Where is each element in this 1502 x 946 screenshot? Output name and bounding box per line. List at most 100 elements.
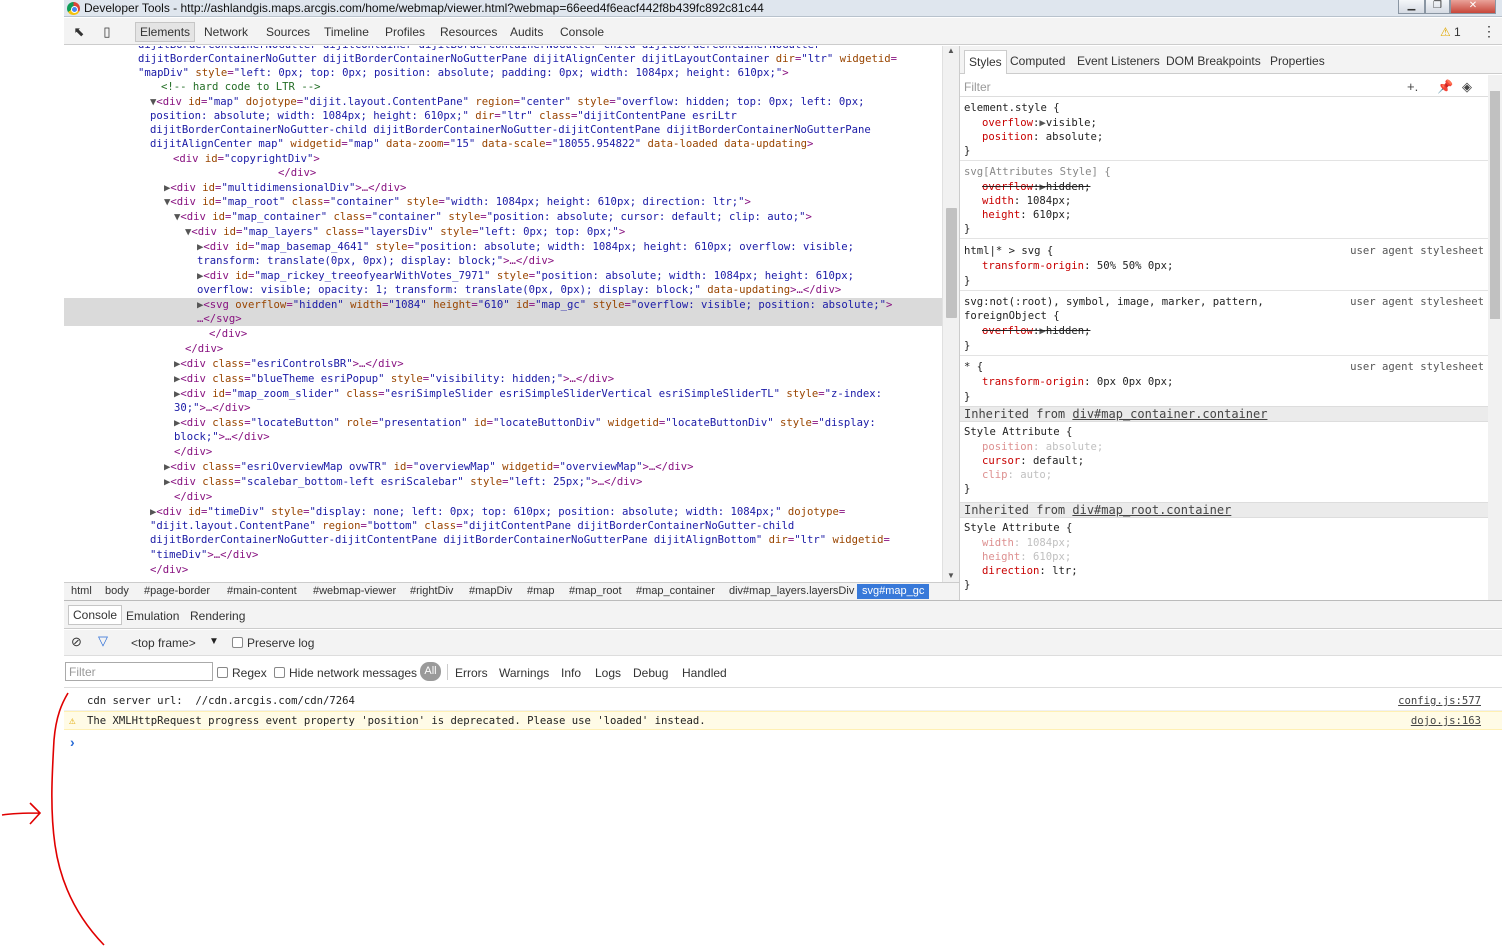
tab-styles[interactable]: Styles bbox=[964, 50, 1007, 74]
device-mode-icon[interactable]: ▯ bbox=[99, 24, 115, 39]
dom-node-line[interactable]: ▶<div id="multidimensionalDiv">…</div> bbox=[164, 181, 406, 195]
dom-node-line[interactable]: </div> bbox=[185, 342, 223, 356]
preserve-log-checkbox[interactable] bbox=[232, 637, 243, 648]
style-property[interactable]: position: absolute; bbox=[982, 130, 1103, 144]
inherited-element-link[interactable]: div#map_root.container bbox=[1072, 503, 1231, 517]
dom-node-line[interactable]: ▼<div id="map_root" class="container" st… bbox=[164, 195, 751, 209]
tab-elements[interactable]: Elements bbox=[135, 22, 196, 42]
regex-checkbox[interactable] bbox=[217, 667, 228, 678]
tab-computed[interactable]: Computed bbox=[1010, 54, 1065, 68]
style-property-inherited[interactable]: position: absolute; bbox=[982, 440, 1103, 454]
tab-resources[interactable]: Resources bbox=[440, 25, 497, 39]
elements-scrollbar[interactable]: ▲ ▼ bbox=[942, 46, 959, 582]
breadcrumb-item[interactable]: #main-content bbox=[227, 585, 297, 597]
breadcrumb-item[interactable]: #webmap-viewer bbox=[313, 585, 396, 597]
tab-rendering[interactable]: Rendering bbox=[190, 609, 245, 623]
tab-profiles[interactable]: Profiles bbox=[385, 25, 425, 39]
tab-emulation[interactable]: Emulation bbox=[126, 609, 179, 623]
dom-node-line[interactable]: <!-- hard code to LTR --> bbox=[161, 80, 320, 94]
breadcrumb-item[interactable]: #map_root bbox=[569, 585, 622, 597]
breadcrumb-item[interactable]: html bbox=[71, 585, 92, 597]
style-property[interactable]: height: 610px; bbox=[982, 208, 1071, 222]
dom-node-line[interactable]: ▶<div class="locateButton" role="present… bbox=[174, 416, 876, 430]
scroll-down-arrow-icon[interactable]: ▼ bbox=[947, 571, 955, 580]
dom-node-line[interactable]: </div> bbox=[150, 563, 188, 577]
inherited-element-link[interactable]: div#map_container.container bbox=[1072, 407, 1267, 421]
color-format-icon[interactable]: ◈ bbox=[1462, 79, 1472, 95]
tab-network[interactable]: Network bbox=[204, 25, 248, 39]
console-source-link[interactable]: dojo.js:163 bbox=[1411, 715, 1481, 727]
level-errors-button[interactable]: Errors bbox=[455, 666, 488, 680]
clear-console-icon[interactable]: ⊘ bbox=[71, 634, 82, 650]
dom-node-line[interactable]: </div> bbox=[174, 445, 212, 459]
dom-node-line[interactable]: overflow: visible; opacity: 1; transform… bbox=[197, 283, 841, 297]
close-window-button[interactable]: ✕ bbox=[1450, 0, 1496, 14]
chevron-down-icon[interactable]: ▼ bbox=[209, 636, 219, 647]
warning-count[interactable]: 1 bbox=[1454, 25, 1461, 39]
style-property-inherited[interactable]: width: 1084px; bbox=[982, 536, 1071, 550]
dom-node-line[interactable]: ▶<div class="esriControlsBR">…</div> bbox=[174, 357, 404, 371]
breadcrumb-item[interactable]: #mapDiv bbox=[469, 585, 512, 597]
dom-node-line[interactable]: ▶<div class="scalebar_bottom-left esriSc… bbox=[164, 475, 642, 489]
dom-node-line[interactable]: ▼<div id="map_container" class="containe… bbox=[174, 210, 812, 224]
console-prompt[interactable]: › bbox=[70, 734, 75, 750]
style-property[interactable]: transform-origin: 50% 50% 0px; bbox=[982, 259, 1173, 273]
scroll-up-arrow-icon[interactable]: ▲ bbox=[947, 46, 955, 55]
dom-node-line[interactable]: dijitAlignCenter map" widgetid="map" dat… bbox=[150, 137, 813, 151]
tab-dom-breakpoints[interactable]: DOM Breakpoints bbox=[1166, 54, 1261, 68]
dom-node-line[interactable]: ▶<div class="blueTheme esriPopup" style=… bbox=[174, 372, 614, 386]
tab-console-drawer[interactable]: Console bbox=[68, 605, 123, 625]
dom-node-line[interactable]: ▶<svg overflow="hidden" width="1084" hei… bbox=[197, 298, 892, 312]
style-property[interactable]: overflow:▶visible; bbox=[982, 116, 1097, 130]
breadcrumb-item-selected[interactable]: svg#map_gc bbox=[857, 584, 930, 599]
dom-node-line[interactable]: dijitBorderContainerNoGutter-child dijit… bbox=[150, 123, 871, 137]
breadcrumb-item[interactable]: #page-border bbox=[144, 585, 210, 597]
style-property-inherited[interactable]: cursor: default; bbox=[982, 454, 1084, 468]
dom-node-line[interactable]: "timeDiv">…</div> bbox=[150, 548, 258, 562]
dom-node-line[interactable]: </div> bbox=[174, 490, 212, 504]
dom-node-line[interactable]: "mapDiv" style="left: 0px; top: 0px; pos… bbox=[138, 66, 789, 80]
console-source-link[interactable]: config.js:577 bbox=[1398, 695, 1481, 707]
dom-node-line[interactable]: 30;">…</div> bbox=[174, 401, 251, 415]
dom-node-line[interactable]: ▶<div id="map_rickey_treeofyearWithVotes… bbox=[197, 269, 854, 283]
scrollbar-thumb[interactable] bbox=[946, 208, 957, 318]
breadcrumb-item[interactable]: #rightDiv bbox=[410, 585, 453, 597]
styles-scrollbar[interactable] bbox=[1488, 75, 1502, 600]
tab-audits[interactable]: Audits bbox=[510, 25, 543, 39]
styles-filter[interactable]: Filter +. 📌 ◈ bbox=[960, 75, 1488, 97]
minimize-button[interactable]: ▁ bbox=[1398, 0, 1425, 14]
style-property[interactable]: transform-origin: 0px 0px 0px; bbox=[982, 375, 1173, 389]
level-all-button[interactable]: All bbox=[420, 662, 441, 681]
warning-icon[interactable]: ⚠ bbox=[1440, 25, 1451, 39]
dom-node-line[interactable]: dijitBorderContainerNoGutter-dijitConten… bbox=[150, 533, 890, 547]
style-property-inherited[interactable]: direction: ltr; bbox=[982, 564, 1078, 578]
tab-console[interactable]: Console bbox=[560, 25, 604, 39]
style-property[interactable]: width: 1084px; bbox=[982, 194, 1071, 208]
tab-properties[interactable]: Properties bbox=[1270, 54, 1325, 68]
tab-timeline[interactable]: Timeline bbox=[324, 25, 369, 39]
breadcrumb-item[interactable]: body bbox=[105, 585, 129, 597]
dom-node-line[interactable]: ▶<div class="esriOverviewMap ovwTR" id="… bbox=[164, 460, 693, 474]
breadcrumb-item[interactable]: #map_container bbox=[636, 585, 715, 597]
breadcrumb-item[interactable]: #map bbox=[527, 585, 555, 597]
dom-node-line[interactable]: block;">…</div> bbox=[174, 430, 270, 444]
dom-node-line[interactable]: position: absolute; width: 1084px; heigh… bbox=[150, 109, 737, 123]
level-logs-button[interactable]: Logs bbox=[595, 666, 621, 680]
style-property-overridden[interactable]: overflow:▶hidden; bbox=[982, 324, 1090, 338]
style-property-inherited[interactable]: height: 610px; bbox=[982, 550, 1071, 564]
level-handled-button[interactable]: Handled bbox=[682, 666, 727, 680]
level-debug-button[interactable]: Debug bbox=[633, 666, 668, 680]
tab-sources[interactable]: Sources bbox=[266, 25, 310, 39]
hide-network-checkbox[interactable] bbox=[274, 667, 285, 678]
level-warnings-button[interactable]: Warnings bbox=[499, 666, 549, 680]
style-property-inherited[interactable]: clip: auto; bbox=[982, 468, 1052, 482]
more-options-icon[interactable]: ⋮ bbox=[1482, 23, 1496, 40]
inspect-element-icon[interactable]: ⬉ bbox=[71, 24, 87, 39]
console-filter-input[interactable]: Filter bbox=[65, 662, 213, 681]
dom-node-line[interactable]: </div> bbox=[209, 327, 247, 341]
tab-event-listeners[interactable]: Event Listeners bbox=[1077, 54, 1160, 68]
dom-node-line[interactable]: ▼<div id="map_layers" class="layersDiv" … bbox=[185, 225, 625, 239]
level-info-button[interactable]: Info bbox=[561, 666, 581, 680]
maximize-button[interactable]: ❐ bbox=[1425, 0, 1450, 14]
breadcrumb-item[interactable]: div#map_layers.layersDiv bbox=[729, 585, 854, 597]
